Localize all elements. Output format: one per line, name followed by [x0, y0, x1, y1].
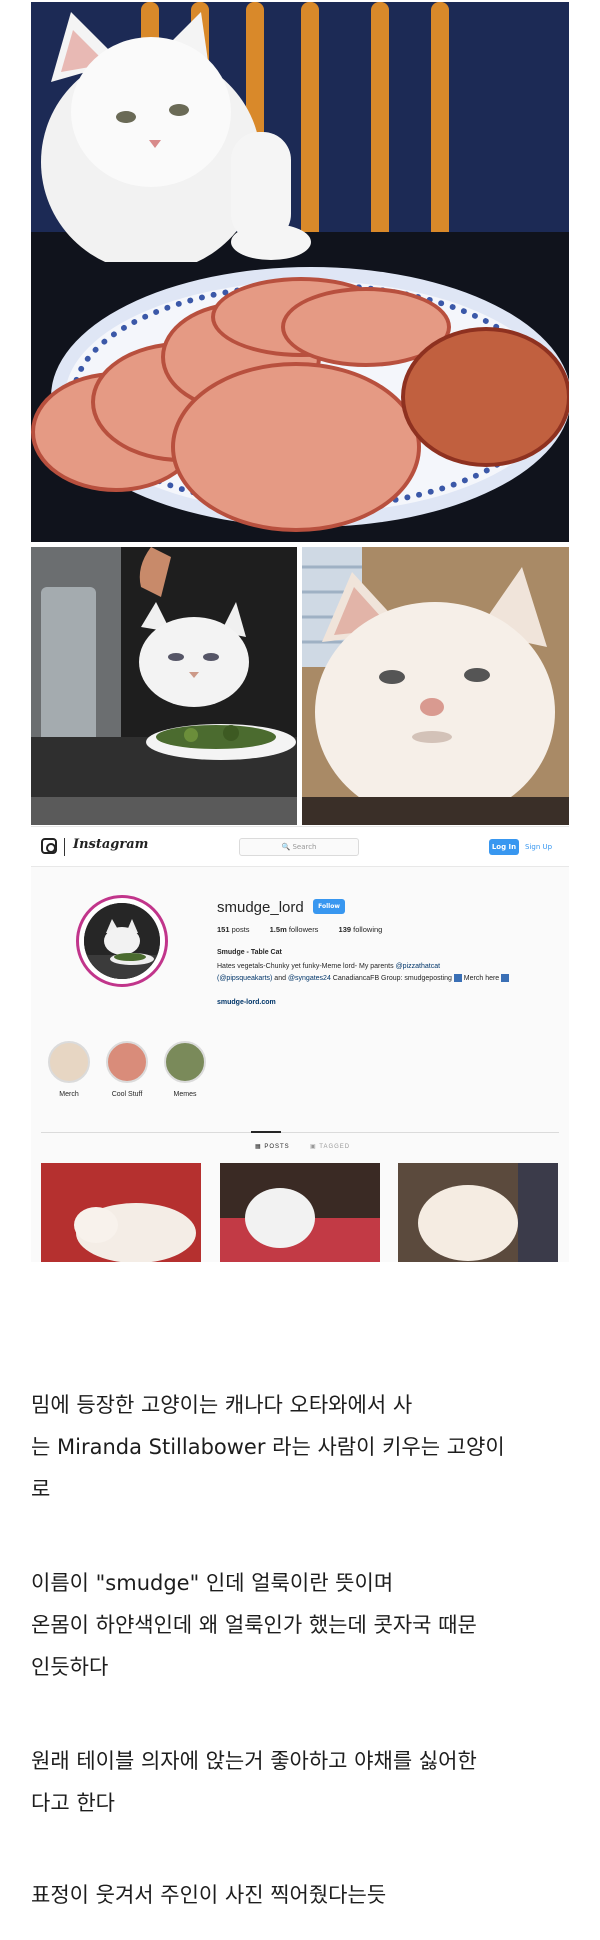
- highlight-memes-thumb: [164, 1041, 206, 1083]
- article-line: 는 Miranda Stillabower 라는 사람이 키우는 고양이: [31, 1435, 505, 1459]
- cat-closeup-illustration: [302, 547, 569, 825]
- highlight-label: Memes: [173, 1091, 197, 1098]
- signup-link[interactable]: Sign Up: [525, 839, 552, 855]
- bio-display-name: Smudge - Table Cat: [217, 949, 282, 956]
- profile-website-link[interactable]: smudge-lord.com: [217, 999, 276, 1006]
- logo-separator: [64, 838, 65, 856]
- profile-username: smudge_lord: [217, 899, 304, 916]
- article-line: 온몸이 하얀색인데 왜 얼룩인가 했는데 콧자국 때문: [31, 1613, 477, 1637]
- highlight-merch-thumb: [48, 1041, 90, 1083]
- instagram-camera-icon[interactable]: [41, 838, 57, 854]
- article-line: 인듯하다: [31, 1655, 109, 1679]
- ham-slice: [171, 362, 421, 532]
- chair-spindle: [431, 2, 449, 242]
- tab-tagged-label: TAGGED: [319, 1144, 351, 1150]
- avatar: [84, 903, 160, 979]
- bio-line1: Hates vegetals-Chunky yet funky-Meme lor…: [217, 963, 396, 970]
- article-line: 로: [31, 1477, 51, 1501]
- bio-link-pizzathatcat[interactable]: @pizzathatcat: [396, 963, 440, 970]
- bio-and: and: [272, 975, 288, 982]
- article-paragraph-4: 표정이 웃겨서 주인이 사진 찍어줬다는듯: [31, 1874, 571, 1916]
- article-line: 다고 한다: [31, 1791, 115, 1815]
- profile-avatar-ring[interactable]: [76, 895, 168, 987]
- bio-group: CanadiancaFB Group: smudgeposting: [330, 975, 452, 982]
- cat-at-dinner-table-photo: [31, 547, 297, 825]
- post-image-1: [41, 1163, 201, 1262]
- instagram-wordmark[interactable]: Instagram: [73, 837, 148, 852]
- highlight-cool-stuff-thumb: [106, 1041, 148, 1083]
- post-image-2: [220, 1163, 380, 1262]
- tab-posts-label: POSTS: [264, 1144, 290, 1150]
- article-paragraph-1: 밈에 등장한 고양이는 캐나다 오타와에서 사 는 Miranda Stilla…: [31, 1384, 571, 1510]
- post-thumbnail[interactable]: [41, 1163, 201, 1262]
- follow-button[interactable]: Follow: [313, 899, 345, 914]
- article-paragraph-3: 원래 테이블 의자에 앉는거 좋아하고 야채를 싫어한 다고 한다: [31, 1740, 571, 1824]
- chair-spindle: [371, 2, 389, 242]
- article-line: 이름이 "smudge" 인데 얼룩이란 뜻이며: [31, 1571, 394, 1595]
- instagram-topbar: Instagram 🔍 Search Log In Sign Up: [31, 827, 569, 867]
- followers-count[interactable]: 1.5m followers: [270, 925, 319, 934]
- instagram-profile-screenshot: Instagram 🔍 Search Log In Sign Up smudge…: [31, 826, 569, 1262]
- link-emoji-icon: [453, 974, 462, 983]
- cat-closeup-photo: [302, 547, 569, 825]
- login-button[interactable]: Log In: [489, 839, 519, 855]
- tab-posts[interactable]: ▦ POSTS: [255, 1143, 290, 1150]
- search-placeholder: Search: [292, 843, 317, 851]
- article-line: 원래 테이블 의자에 앉는거 좋아하고 야채를 싫어한: [31, 1749, 477, 1773]
- bio-link-syngates24[interactable]: @syngates24: [288, 975, 331, 982]
- post-image-3: [398, 1163, 558, 1262]
- avatar-cat-illustration: [84, 903, 160, 979]
- bio-link-pipsqueakarts[interactable]: (@pipsqueakarts): [217, 975, 272, 982]
- article-line: 밈에 등장한 고양이는 캐나다 오타와에서 사: [31, 1393, 413, 1417]
- article-line: 표정이 웃겨서 주인이 사진 찍어줬다는듯: [31, 1883, 387, 1907]
- tabs-divider: [41, 1132, 559, 1133]
- post-thumbnail[interactable]: [398, 1163, 558, 1262]
- highlight-memes[interactable]: Memes: [150, 1041, 220, 1098]
- tab-tagged[interactable]: ▣ TAGGED: [310, 1143, 350, 1150]
- posts-count[interactable]: 151 posts: [217, 925, 250, 934]
- active-tab-indicator: [251, 1131, 281, 1133]
- white-cat: [41, 12, 311, 262]
- cat-at-table-illustration: [31, 547, 297, 825]
- ham-end-piece: [401, 327, 569, 467]
- profile-stats: 151 posts 1.5m followers 139 following: [217, 925, 400, 934]
- search-input[interactable]: 🔍 Search: [239, 838, 359, 856]
- down-arrow-icon: [501, 974, 510, 983]
- following-count[interactable]: 139 following: [339, 925, 383, 934]
- bio-merch: Merch here: [463, 975, 500, 982]
- post-thumbnail[interactable]: [220, 1163, 380, 1262]
- cat-with-ham-photo: [31, 2, 569, 542]
- article-paragraph-2: 이름이 "smudge" 인데 얼룩이란 뜻이며 온몸이 하얀색인데 왜 얼룩인…: [31, 1562, 571, 1688]
- bio-text: Hates vegetals-Chunky yet funky-Meme lor…: [217, 961, 547, 985]
